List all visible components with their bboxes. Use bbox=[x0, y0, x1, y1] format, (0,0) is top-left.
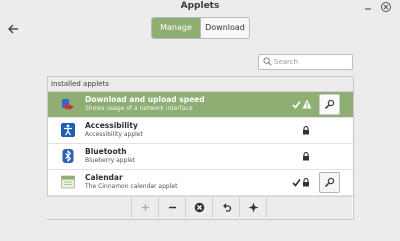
applet-name: Calendar bbox=[85, 173, 123, 182]
applet-description: Accessibility applet bbox=[85, 131, 143, 138]
applet-name: Bluetooth bbox=[85, 147, 127, 156]
minimize-icon[interactable] bbox=[362, 1, 374, 13]
list-header: Installed applets bbox=[48, 77, 353, 92]
clear-button[interactable] bbox=[185, 198, 212, 217]
title-bar: Applets bbox=[0, 0, 400, 14]
list-item[interactable]: Calendar The Cinnamon calendar applet bbox=[48, 170, 353, 196]
configure-button[interactable] bbox=[319, 172, 340, 193]
search-icon bbox=[263, 57, 272, 66]
applet-description: Blueberry applet bbox=[85, 157, 136, 164]
clear-icon bbox=[194, 202, 205, 213]
search-box[interactable] bbox=[258, 54, 353, 70]
add-button[interactable] bbox=[131, 198, 158, 217]
view-switcher: Manage Download bbox=[151, 17, 250, 39]
tab-download[interactable]: Download bbox=[200, 18, 249, 38]
window-title: Applets bbox=[180, 1, 220, 11]
lock-icon bbox=[303, 178, 309, 187]
bluetooth-icon bbox=[62, 149, 74, 163]
more-button[interactable] bbox=[239, 198, 267, 217]
back-arrow-icon[interactable] bbox=[6, 21, 20, 35]
list-item[interactable]: Bluetooth Blueberry applet bbox=[48, 144, 353, 170]
calendar-icon bbox=[61, 175, 75, 189]
accessibility-icon bbox=[61, 123, 75, 137]
list-item[interactable]: Download and upload speed Shows usage of… bbox=[48, 92, 353, 118]
network-speed-icon bbox=[62, 99, 74, 110]
check-icon bbox=[292, 179, 301, 187]
list-toolbar bbox=[47, 196, 352, 219]
list-item[interactable]: Accessibility Accessibility applet bbox=[48, 118, 353, 144]
warning-icon bbox=[302, 99, 312, 109]
undo-button[interactable] bbox=[212, 198, 239, 217]
remove-button[interactable] bbox=[158, 198, 185, 217]
more-icon bbox=[248, 202, 259, 213]
wrench-icon bbox=[324, 177, 335, 188]
lock-icon bbox=[303, 126, 309, 135]
wrench-icon bbox=[324, 99, 335, 110]
search-input[interactable] bbox=[274, 55, 348, 69]
undo-icon bbox=[223, 203, 232, 212]
remove-icon bbox=[169, 206, 176, 209]
add-icon bbox=[142, 204, 149, 211]
lock-icon bbox=[303, 152, 309, 161]
configure-button[interactable] bbox=[319, 94, 340, 115]
applet-description: Shows usage of a network interface bbox=[85, 105, 193, 112]
tab-manage[interactable]: Manage bbox=[152, 18, 200, 38]
applet-name: Accessibility bbox=[85, 121, 138, 130]
applet-name: Download and upload speed bbox=[85, 95, 205, 104]
check-icon bbox=[292, 101, 301, 109]
applet-description: The Cinnamon calendar applet bbox=[85, 183, 178, 190]
close-icon[interactable] bbox=[380, 1, 392, 13]
